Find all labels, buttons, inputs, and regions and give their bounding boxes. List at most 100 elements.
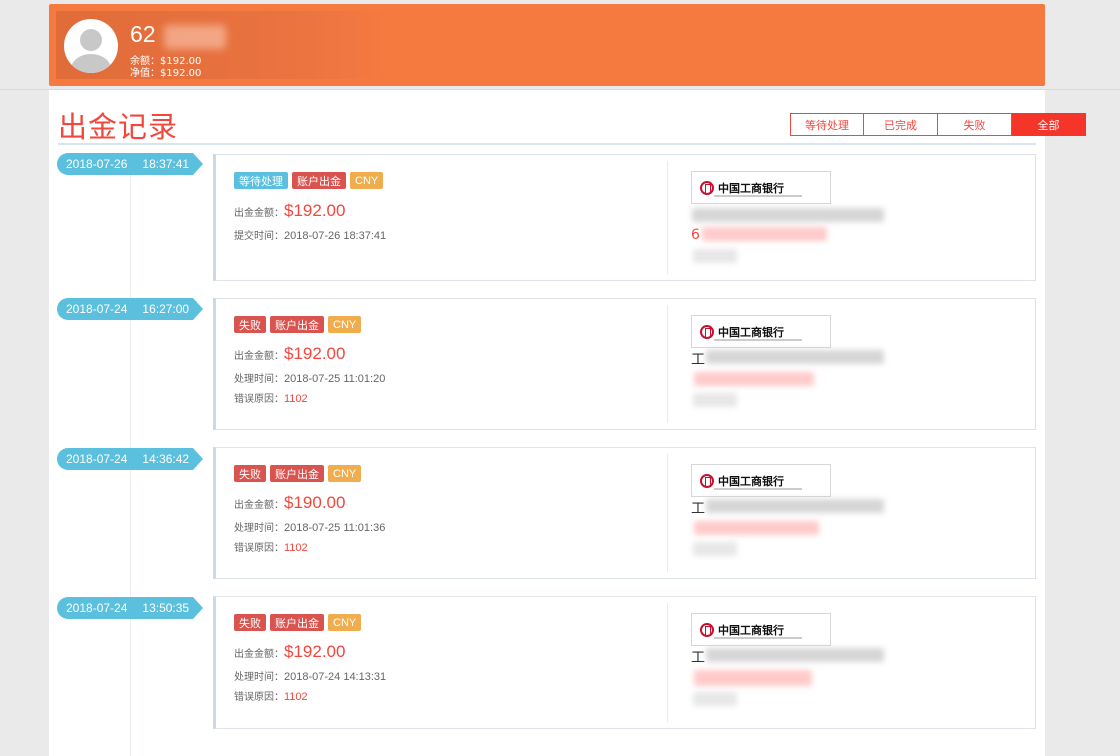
avatar — [64, 19, 118, 73]
filter-all[interactable]: 全部 — [1012, 113, 1086, 136]
time-row: 处理时间： 2018-07-25 11:01:36 — [234, 519, 385, 534]
bank-account-name-prefix: 工 — [691, 352, 705, 368]
amount-value: $192.00 — [284, 201, 346, 220]
record-badges: 失败 账户出金 CNY — [234, 316, 362, 333]
record-badges: 失败 账户出金 CNY — [234, 614, 362, 631]
record-card: 失败 账户出金 CNY 出金金额： $190.00 处理时间： 2018-07-… — [213, 447, 1036, 579]
amount-row: 出金金额： $192.00 — [234, 642, 345, 662]
error-code: 1102 — [284, 393, 308, 405]
type-badge: 账户出金 — [270, 614, 324, 631]
bank-logo-box: 中国工商银行 — [691, 613, 831, 646]
time-label: 处理时间： — [234, 374, 284, 385]
filter-pending[interactable]: 等待处理 — [790, 113, 864, 136]
error-label: 错误原因： — [234, 692, 284, 703]
redacted-branch — [693, 542, 737, 556]
record-date: 2018-07-24 — [66, 452, 128, 466]
record-time: 16:27:00 — [142, 302, 190, 316]
bank-logo-icon — [700, 180, 714, 195]
filter-completed[interactable]: 已完成 — [864, 113, 938, 136]
time-label: 处理时间： — [234, 523, 284, 534]
bank-account-name-prefix: 工 — [691, 650, 705, 666]
bank-logo-icon — [700, 324, 714, 339]
type-badge: 账户出金 — [270, 465, 324, 482]
account-header: 62 余额：$192.00 净值：$192.00 — [49, 4, 1045, 86]
record-date-tag: 2018-07-24 14:36:42 — [57, 448, 203, 470]
amount-row: 出金金额： $192.00 — [234, 201, 345, 221]
record-date: 2018-07-24 — [66, 601, 128, 615]
amount-label: 出金金额： — [234, 208, 284, 219]
status-badge: 失败 — [234, 614, 266, 631]
record-badges: 失败 账户出金 CNY — [234, 465, 362, 482]
record-time: 14:36:42 — [142, 452, 190, 466]
redacted-branch — [693, 692, 737, 706]
redacted-account-name — [706, 350, 884, 364]
time-row: 处理时间： 2018-07-24 14:13:31 — [234, 668, 386, 683]
record-date: 2018-07-24 — [66, 302, 128, 316]
error-code: 1102 — [284, 542, 308, 554]
record-date-tag: 2018-07-24 13:50:35 — [57, 597, 203, 619]
account-net-value: 净值：$192.00 — [130, 68, 202, 79]
bank-name: 中国工商银行 — [718, 325, 784, 339]
bank-account-name-prefix: 工 — [691, 501, 705, 517]
currency-badge: CNY — [328, 316, 362, 333]
error-row: 错误原因： 1102 — [234, 390, 308, 405]
record-card: 失败 账户出金 CNY 出金金额： $192.00 处理时间： 2018-07-… — [213, 596, 1036, 729]
record-date-tag: 2018-07-26 18:37:41 — [57, 153, 203, 175]
time-value: 2018-07-25 11:01:20 — [284, 373, 386, 385]
currency-badge: CNY — [350, 172, 384, 189]
type-badge: 账户出金 — [270, 316, 324, 333]
amount-label: 出金金额： — [234, 500, 284, 511]
title-divider — [58, 143, 1036, 145]
bank-name: 中国工商银行 — [718, 623, 784, 637]
record-date: 2018-07-26 — [66, 157, 128, 171]
time-row: 提交时间： 2018-07-26 18:37:41 — [234, 227, 386, 242]
error-row: 错误原因： 1102 — [234, 539, 308, 554]
time-value: 2018-07-24 14:13:31 — [284, 671, 387, 683]
record-time: 13:50:35 — [142, 601, 190, 615]
amount-row: 出金金额： $190.00 — [234, 493, 345, 513]
record-time: 18:37:41 — [142, 157, 190, 171]
redacted-branch — [693, 393, 737, 407]
redacted-account-number — [694, 372, 814, 386]
error-label: 错误原因： — [234, 394, 284, 405]
bank-logo-box: 中国工商银行 — [691, 464, 831, 497]
main-content: 出金记录 等待处理 已完成 失败 全部 2018-07-26 18:37:41 … — [49, 90, 1086, 756]
redacted-account-number — [702, 227, 827, 241]
redacted-account-number — [694, 521, 819, 535]
time-row: 处理时间： 2018-07-25 11:01:20 — [234, 370, 385, 385]
bank-logo-icon — [700, 473, 714, 488]
status-badge: 等待处理 — [234, 172, 288, 189]
redacted-account-name — [692, 208, 884, 222]
redacted-branch — [693, 249, 737, 263]
bank-logo-icon — [700, 622, 714, 637]
error-row: 错误原因： 1102 — [234, 688, 308, 703]
bank-account-prefix: 6 — [691, 227, 700, 243]
time-value: 2018-07-25 11:01:36 — [284, 522, 386, 534]
amount-label: 出金金额： — [234, 351, 284, 362]
record-date-tag: 2018-07-24 16:27:00 — [57, 298, 203, 320]
currency-badge: CNY — [328, 614, 362, 631]
type-badge: 账户出金 — [292, 172, 346, 189]
bank-logo-box: 中国工商银行 — [691, 171, 831, 204]
filter-failed[interactable]: 失败 — [938, 113, 1012, 136]
redacted-account-name — [706, 648, 884, 662]
amount-label: 出金金额： — [234, 649, 284, 660]
error-label: 错误原因： — [234, 543, 284, 554]
record-badges: 等待处理 账户出金 CNY — [234, 172, 384, 189]
page-title: 出金记录 — [58, 110, 179, 144]
amount-value: $192.00 — [284, 642, 346, 661]
status-filter-tabs: 等待处理 已完成 失败 全部 — [790, 113, 1086, 136]
status-badge: 失败 — [234, 316, 266, 333]
bank-name: 中国工商银行 — [718, 474, 784, 488]
error-code: 1102 — [284, 691, 308, 703]
account-name-redacted — [164, 25, 226, 49]
record-card: 失败 账户出金 CNY 出金金额： $192.00 处理时间： 2018-07-… — [213, 298, 1036, 430]
amount-value: $192.00 — [284, 344, 346, 363]
time-label: 处理时间： — [234, 672, 284, 683]
user-icon — [80, 29, 102, 51]
amount-value: $190.00 — [284, 493, 346, 512]
amount-row: 出金金额： $192.00 — [234, 344, 345, 364]
bank-logo-box: 中国工商银行 — [691, 315, 831, 348]
time-value: 2018-07-26 18:37:41 — [284, 230, 387, 242]
currency-badge: CNY — [328, 465, 362, 482]
